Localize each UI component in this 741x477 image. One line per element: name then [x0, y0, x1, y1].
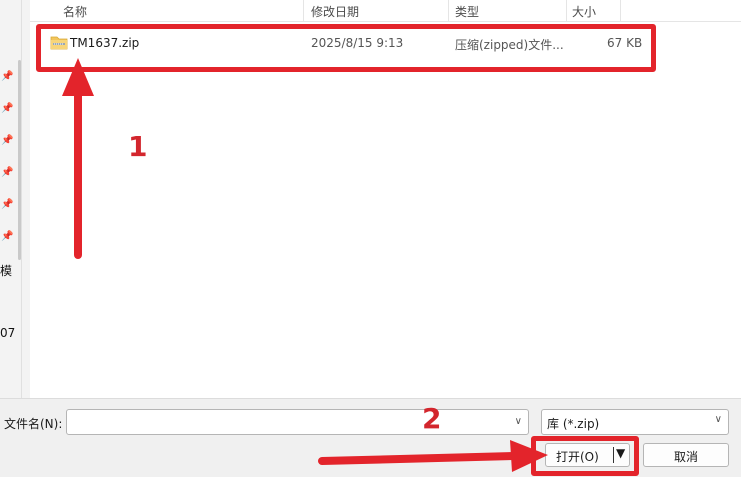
highlight-box-open — [531, 436, 639, 476]
column-header-name[interactable]: 名称 — [63, 3, 87, 20]
column-divider[interactable] — [566, 0, 567, 22]
column-header-size[interactable]: 大小 — [572, 3, 596, 20]
filter-value: 库 (*.zip) — [547, 417, 600, 431]
pin-icon[interactable]: 📌 — [1, 168, 13, 178]
pin-icon[interactable]: 📌 — [1, 136, 13, 146]
nav-item-label[interactable]: 07 — [0, 326, 15, 340]
chevron-down-icon[interactable]: ∨ — [515, 416, 522, 427]
step-number-1: 1 — [128, 130, 148, 163]
pin-icon[interactable]: 📌 — [1, 232, 13, 242]
step-number-2: 2 — [422, 402, 442, 435]
pin-icon[interactable]: 📌 — [1, 200, 13, 210]
pin-icon[interactable]: 📌 — [1, 72, 13, 82]
filename-label: 文件名(N): — [4, 417, 63, 431]
filename-input[interactable]: ∨ — [66, 409, 529, 435]
nav-scrollbar[interactable] — [18, 60, 21, 260]
column-divider[interactable] — [448, 0, 449, 22]
cancel-button[interactable]: 取消 — [643, 443, 729, 467]
file-type-filter[interactable]: 库 (*.zip) ∨ — [541, 409, 729, 435]
column-header-row: 名称 修改日期 类型 大小 — [30, 0, 741, 22]
column-divider[interactable] — [303, 0, 304, 22]
navigation-pane: 📌 📌 📌 📌 📌 📌 模 07 — [0, 0, 22, 398]
column-header-modified[interactable]: 修改日期 — [311, 3, 359, 20]
column-divider[interactable] — [620, 0, 621, 22]
column-header-type[interactable]: 类型 — [455, 3, 479, 20]
pin-icon[interactable]: 📌 — [1, 104, 13, 114]
nav-item-label[interactable]: 模 — [0, 262, 12, 279]
highlight-box-file — [36, 24, 656, 72]
chevron-down-icon[interactable]: ∨ — [715, 414, 722, 425]
